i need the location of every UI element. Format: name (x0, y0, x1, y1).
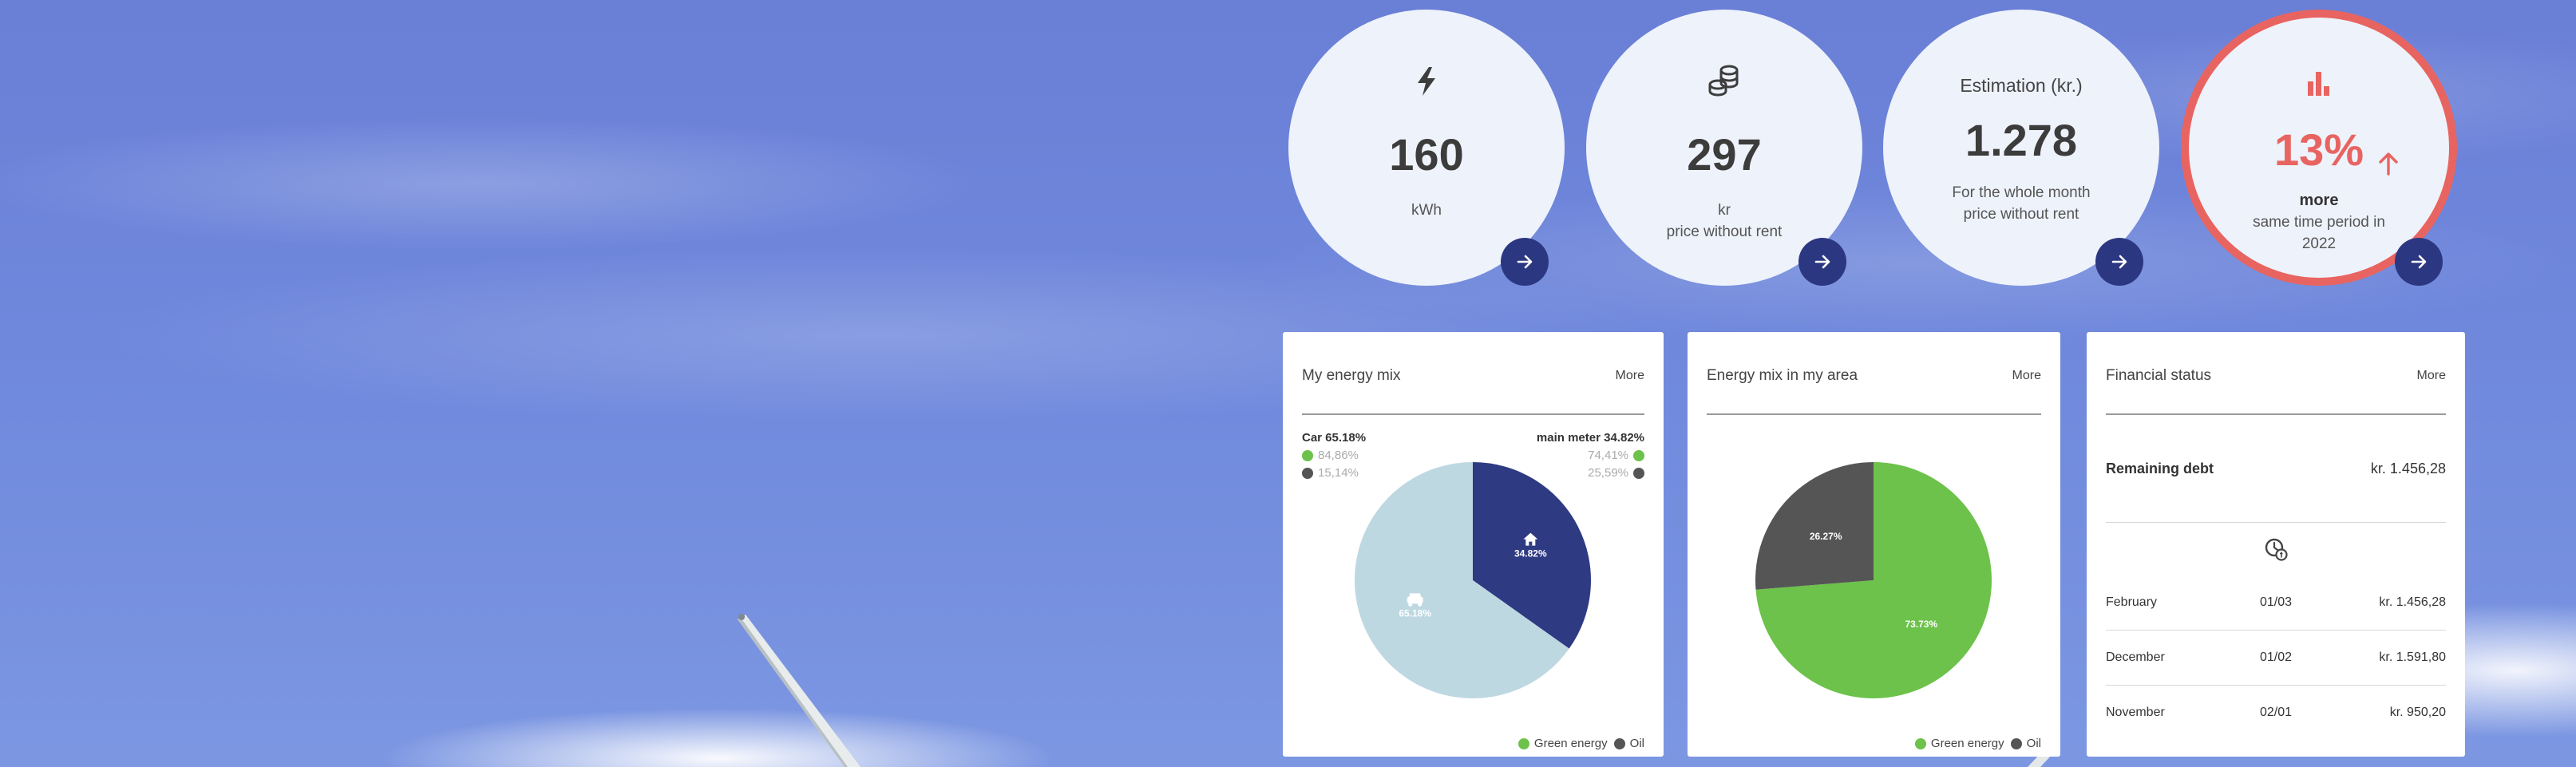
table-row[interactable]: February 01/03 kr. 1.456,28 (2106, 575, 2446, 631)
kpi-value: 160 (1389, 129, 1464, 180)
kpi-value: 297 (1687, 129, 1762, 180)
legend-oil-label: Oil (2026, 737, 2041, 750)
row-month: February (2106, 595, 2158, 609)
green-dot-icon (1302, 450, 1313, 461)
green-dot-icon (1518, 737, 1529, 749)
kpi-title: Estimation (kr.) (1960, 74, 2083, 96)
kpi-value: 1.278 (1965, 115, 2078, 165)
kpi-comparison: 13% more same time period in 2022 (2181, 10, 2457, 286)
arrow-right-icon (1814, 255, 1830, 269)
legend-oil: Oil (1613, 737, 1644, 750)
card-title: Financial status (2106, 367, 2212, 384)
bar-chart-icon (2308, 65, 2330, 101)
kpi-unit-line: For the whole month (1952, 184, 2091, 201)
oil-dot-icon (1613, 737, 1625, 749)
legend-green: Green energy (1518, 737, 1608, 750)
more-link[interactable]: More (2012, 369, 2041, 383)
kpi-unit-line: kr (1718, 202, 1731, 219)
row-date: 01/02 (2259, 650, 2293, 664)
row-date: 02/01 (2259, 706, 2293, 719)
kpi-value: 13% (2273, 125, 2364, 175)
oil-dot-icon (1633, 468, 1644, 479)
kpi-arrow-button[interactable] (2095, 238, 2143, 286)
row-amount: kr. 950,20 (2389, 706, 2446, 719)
financial-card: Financial status More Remaining debt kr.… (2087, 332, 2465, 757)
area-mix-legend: Green energy Oil (1914, 737, 2041, 750)
kpi-sub-line: same time period in (2253, 214, 2385, 231)
kpi-estimation: Estimation (kr.) 1.278 For the whole mon… (1883, 10, 2159, 286)
row-amount: kr. 1.591,80 (2379, 650, 2446, 664)
legend-oil-label: Oil (1629, 737, 1644, 750)
pie-data-label: 26.27% (1810, 531, 1842, 542)
row-amount: kr. 1.456,28 (2379, 595, 2446, 609)
more-link[interactable]: More (1616, 369, 1644, 383)
kpi-arrow-button[interactable] (1798, 238, 1846, 286)
energy-mix-pie: 34.82% 65.18% (1355, 462, 1591, 698)
row-month: December (2106, 650, 2165, 664)
energy-mix-card: My energy mix More Car 65.18% 84,86% 15,… (1283, 332, 1664, 757)
kpi-bold-line: more (2253, 190, 2385, 212)
energy-mix-legend: Green energy Oil (1518, 737, 1644, 750)
green-dot-icon (1633, 450, 1644, 461)
row-month: November (2106, 706, 2165, 719)
card-title: My energy mix (1302, 367, 1401, 384)
card-title: Energy mix in my area (1707, 367, 1858, 384)
card-header: Energy mix in my area More (1707, 332, 2041, 415)
kpi-sub-line: price without rent (1666, 223, 1783, 240)
kpi-sub-line-2: 2022 (2301, 235, 2337, 252)
kpi-unit: kr price without rent (1667, 200, 1783, 243)
pie-data-label: 34.82% (1514, 548, 1547, 559)
oil-dot-icon (1302, 468, 1313, 479)
clock-money-icon (2106, 523, 2446, 575)
more-link[interactable]: More (2417, 369, 2446, 383)
oil-dot-icon (2010, 737, 2022, 749)
pie-data-label: 65.18% (1399, 607, 1431, 619)
arrow-right-icon (2111, 255, 2127, 269)
kpi-unit: For the whole month price without rent (1952, 182, 2090, 225)
coins-icon (1708, 64, 1740, 99)
area-mix-pie: 73.73% 26.27% (1755, 462, 1992, 698)
table-row[interactable]: November 02/01 kr. 950,20 (2106, 686, 2446, 740)
meter-label: main meter 34.82% (1536, 431, 1644, 445)
pie-data-label: 73.73% (1905, 619, 1937, 630)
legend-green-label: Green energy (1930, 737, 2004, 750)
legend-green: Green energy (1914, 737, 2004, 750)
legend-green-label: Green energy (1533, 737, 1608, 750)
remaining-debt-row: Remaining debt kr. 1.456,28 (2106, 415, 2446, 523)
payments-table: February 01/03 kr. 1.456,28 December 01/… (2106, 575, 2446, 740)
kpi-unit: kWh (1411, 202, 1442, 219)
row-date: 01/03 (2259, 595, 2293, 609)
kpi-arrow-button[interactable] (2395, 238, 2443, 286)
kpi-bold-text: more (2299, 192, 2339, 209)
remaining-debt-value: kr. 1.456,28 (2370, 460, 2446, 476)
green-dot-icon (1914, 737, 1926, 749)
arrow-right-icon (1517, 255, 1533, 269)
pie-slice-oil[interactable] (1755, 462, 1874, 590)
area-mix-card: Energy mix in my area More 73.73% 26.27% … (1688, 332, 2060, 757)
legend-oil: Oil (2010, 737, 2041, 750)
car-label: Car 65.18% (1302, 431, 1367, 445)
arrow-up-icon (2377, 152, 2400, 180)
card-header: My energy mix More (1302, 332, 1644, 415)
kpi-sub-line: price without rent (1963, 206, 2079, 223)
kpi-unit: more same time period in 2022 (2253, 190, 2385, 255)
card-header: Financial status More (2106, 332, 2446, 415)
table-row[interactable]: December 01/02 kr. 1.591,80 (2106, 631, 2446, 686)
kpi-consumption: 160 kWh (1288, 10, 1565, 286)
kpi-arrow-button[interactable] (1501, 238, 1549, 286)
kpi-price: 297 kr price without rent (1586, 10, 1862, 286)
arrow-right-icon (2411, 255, 2427, 269)
remaining-debt-label: Remaining debt (2106, 460, 2214, 476)
lightning-icon (1415, 64, 1438, 99)
